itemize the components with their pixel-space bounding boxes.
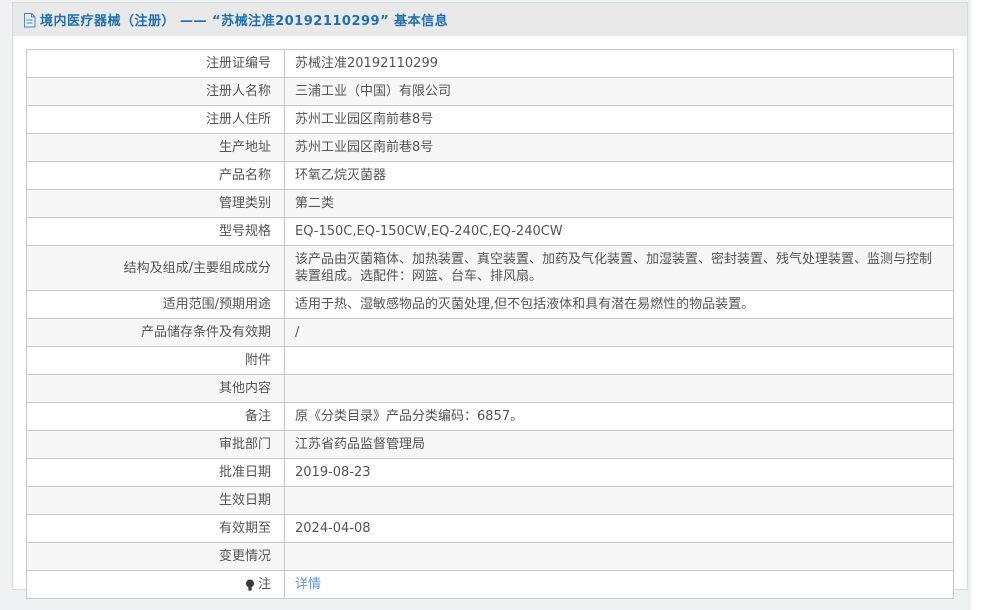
row-label: 注册人名称 (27, 78, 285, 105)
detail-link[interactable]: 详情 (295, 576, 321, 593)
registration-info-panel: 境内医疗器械（注册） —— “苏械注准20192110299” 基本信息 注册证… (12, 2, 968, 599)
table-row: 注册人住所 苏州工业园区南前巷8号 (27, 106, 953, 134)
row-value: 三浦工业（中国）有限公司 (295, 84, 452, 99)
table-row: 型号规格 EQ-150C,EQ-150CW,EQ-240C,EQ-240CW (27, 218, 953, 246)
row-label: 审批部门 (27, 431, 285, 458)
row-label: 管理类别 (27, 190, 285, 217)
panel-header: 境内医疗器械（注册） —— “苏械注准20192110299” 基本信息 (13, 3, 967, 36)
row-label: 附件 (27, 347, 285, 374)
table-row: 审批部门 江苏省药品监督管理局 (27, 431, 953, 459)
row-label: 有效期至 (27, 515, 285, 542)
bulb-icon (245, 579, 255, 592)
row-value: 适用于热、湿敏感物品的灭菌处理,但不包括液体和具有潜在易燃性的物品装置。 (295, 297, 755, 312)
row-label: 生效日期 (27, 487, 285, 514)
row-value: 苏州工业园区南前巷8号 (295, 140, 434, 155)
row-value (285, 487, 953, 514)
table-row: 注册证编号 苏械注准20192110299 (27, 50, 953, 78)
row-label: 产品名称 (27, 162, 285, 189)
row-label: 产品储存条件及有效期 (27, 319, 285, 346)
row-label-note: 注 (27, 571, 285, 598)
row-label: 结构及组成/主要组成成分 (27, 246, 285, 290)
row-label: 生产地址 (27, 134, 285, 161)
row-value: 2019-08-23 (295, 465, 371, 480)
page-title: 境内医疗器械（注册） —— “苏械注准20192110299” 基本信息 (40, 14, 449, 29)
table-row-note: 注 详情 (27, 571, 953, 599)
note-label: 注 (257, 577, 271, 592)
row-label: 批准日期 (27, 459, 285, 486)
row-value: 原《分类目录》产品分类编码：6857。 (295, 409, 524, 424)
table-row: 备注 原《分类目录》产品分类编码：6857。 (27, 403, 953, 431)
row-label: 型号规格 (27, 218, 285, 245)
row-label: 变更情况 (27, 543, 285, 570)
registration-info-table: 注册证编号 苏械注准20192110299 注册人名称 三浦工业（中国）有限公司… (26, 49, 954, 599)
table-row: 批准日期 2019-08-23 (27, 459, 953, 487)
document-icon (23, 13, 36, 28)
row-label: 备注 (27, 403, 285, 430)
table-row: 生产地址 苏州工业园区南前巷8号 (27, 134, 953, 162)
row-value: EQ-150C,EQ-150CW,EQ-240C,EQ-240CW (295, 224, 563, 239)
table-row: 注册人名称 三浦工业（中国）有限公司 (27, 78, 953, 106)
table-row: 其他内容 (27, 375, 953, 403)
table-row: 附件 (27, 347, 953, 375)
row-value (285, 347, 953, 374)
table-row: 结构及组成/主要组成成分 该产品由灭菌箱体、加热装置、真空装置、加药及气化装置、… (27, 246, 953, 291)
row-value: 第二类 (295, 196, 335, 211)
row-value-note: 详情 (285, 571, 953, 598)
row-value: 苏州工业园区南前巷8号 (295, 112, 434, 127)
table-row: 生效日期 (27, 487, 953, 515)
row-value (285, 375, 953, 402)
table-row: 变更情况 (27, 543, 953, 571)
row-value: 环氧乙烷灭菌器 (295, 168, 387, 183)
table-row: 产品储存条件及有效期 / (27, 319, 953, 347)
table-row: 适用范围/预期用途 适用于热、湿敏感物品的灭菌处理,但不包括液体和具有潜在易燃性… (27, 291, 953, 319)
row-label: 其他内容 (27, 375, 285, 402)
row-value (285, 543, 953, 570)
table-row: 有效期至 2024-04-08 (27, 515, 953, 543)
row-value: / (295, 325, 300, 340)
row-label: 注册人住所 (27, 106, 285, 133)
table-row: 管理类别 第二类 (27, 190, 953, 218)
row-value: 2024-04-08 (295, 521, 371, 536)
row-value: 江苏省药品监督管理局 (295, 437, 426, 452)
table-row: 产品名称 环氧乙烷灭菌器 (27, 162, 953, 190)
row-value: 苏械注准20192110299 (295, 56, 438, 71)
row-label: 适用范围/预期用途 (27, 291, 285, 318)
row-value: 该产品由灭菌箱体、加热装置、真空装置、加药及气化装置、加湿装置、密封装置、残气处… (295, 252, 933, 284)
row-label: 注册证编号 (27, 50, 285, 77)
